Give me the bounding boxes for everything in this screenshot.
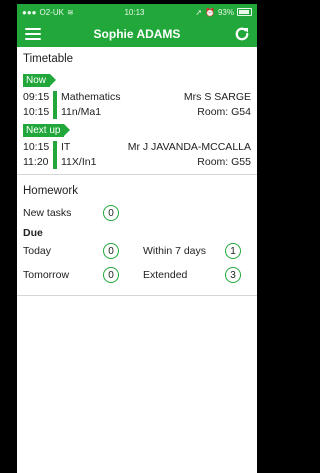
new-tasks-count: 0 xyxy=(103,205,119,221)
hamburger-menu-icon[interactable] xyxy=(25,27,41,40)
within-7-days-label[interactable]: Within 7 days xyxy=(143,239,225,263)
homework-heading: Homework xyxy=(23,185,78,197)
page-title: Sophie ADAMS xyxy=(93,26,181,41)
app-header: Sophie ADAMS xyxy=(17,20,257,47)
new-tasks-row[interactable]: New tasks 0 xyxy=(23,202,251,224)
tomorrow-count[interactable]: 0 xyxy=(103,267,119,283)
lesson-subject: IT xyxy=(61,141,71,153)
extended-count[interactable]: 3 xyxy=(225,267,241,283)
due-grid: Today 0 Within 7 days 1 Tomorrow 0 Exten… xyxy=(23,239,251,287)
location-icon: ➚ xyxy=(195,7,203,17)
lesson-end-time: 10:15 xyxy=(23,106,50,118)
next-lesson[interactable]: 10:15 11:20 IT Mr J JAVANDA-MCCALLA 11X/… xyxy=(23,140,251,170)
now-tag: Now xyxy=(23,74,57,87)
within-7-days-count[interactable]: 1 xyxy=(225,243,241,259)
refresh-icon[interactable] xyxy=(233,25,251,43)
battery-percent: 93% xyxy=(217,7,234,17)
lesson-subject: Mathematics xyxy=(61,91,121,103)
current-lesson[interactable]: 09:15 10:15 Mathematics Mrs S SARGE 11n/… xyxy=(23,90,251,120)
today-count[interactable]: 0 xyxy=(103,243,119,259)
lesson-start-time: 10:15 xyxy=(23,141,50,153)
due-heading: Due xyxy=(23,227,43,239)
today-label[interactable]: Today xyxy=(23,239,103,263)
homework-section: Homework New tasks 0 Due Today 0 Within … xyxy=(17,175,257,296)
carrier-label: O2-UK xyxy=(39,7,64,17)
wifi-icon: ≋ xyxy=(66,7,74,17)
lesson-class: 11n/Ma1 xyxy=(61,106,102,118)
alarm-icon: ⏰ xyxy=(205,7,215,17)
battery-icon xyxy=(237,8,252,16)
status-time: 10:13 xyxy=(124,7,145,17)
status-bar: ●●● O2-UK ≋ 10:13 ➚ ⏰ 93% xyxy=(17,4,257,20)
lesson-room: Room: G54 xyxy=(197,106,251,118)
timetable-section: Timetable Now 09:15 10:15 Mathematics Mr… xyxy=(17,47,257,175)
lesson-teacher: Mr J JAVANDA-MCCALLA xyxy=(127,141,251,153)
next-up-tag: Next up xyxy=(23,124,72,137)
lesson-start-time: 09:15 xyxy=(23,91,50,103)
timetable-heading: Timetable xyxy=(23,53,74,65)
lesson-class: 11X/In1 xyxy=(61,156,97,168)
lesson-teacher: Mrs S SARGE xyxy=(183,91,251,103)
lesson-room: Room: G55 xyxy=(197,156,251,168)
new-tasks-label: New tasks xyxy=(23,207,72,219)
lesson-end-time: 11:20 xyxy=(23,156,49,168)
tomorrow-label[interactable]: Tomorrow xyxy=(23,263,103,287)
signal-icon: ●●● xyxy=(22,7,37,17)
app-screen: ●●● O2-UK ≋ 10:13 ➚ ⏰ 93% Sophie ADAMS T… xyxy=(17,4,257,473)
extended-label[interactable]: Extended xyxy=(143,263,225,287)
